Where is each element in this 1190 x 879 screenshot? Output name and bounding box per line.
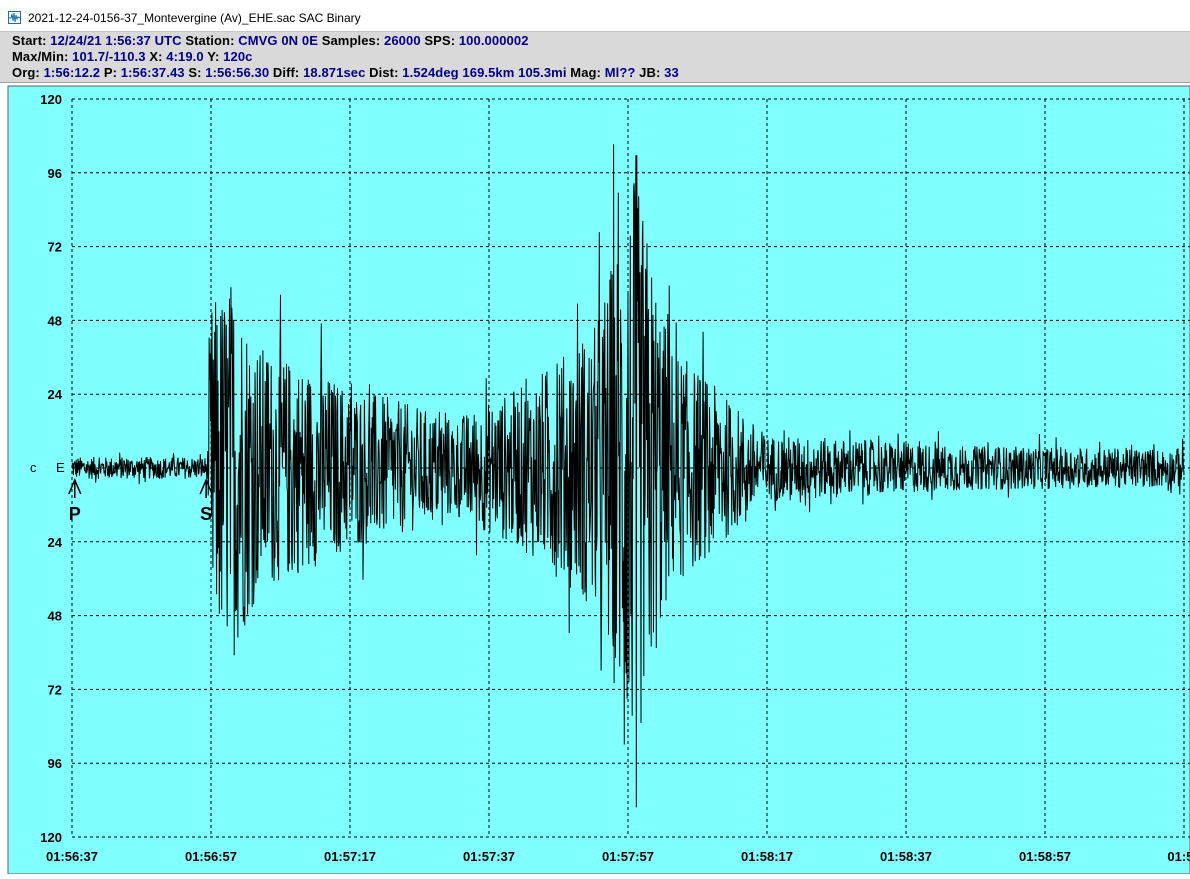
info-value: CMVG 0N 0E [238, 33, 318, 48]
phase-marker-label: P [69, 504, 81, 524]
x-tick-label: 01:58:57 [1019, 849, 1071, 864]
x-tick-label: 01:57:37 [463, 849, 515, 864]
info-label: X: [145, 49, 167, 64]
info-label: P: [100, 65, 121, 80]
y-tick-label: 24 [48, 535, 63, 550]
info-label: Start: [12, 33, 51, 48]
info-label: Y: [203, 49, 224, 64]
info-label: Dist: [365, 65, 403, 80]
y-tick-label: 48 [48, 609, 62, 624]
phase-marker-label: S [200, 504, 212, 524]
info-label: Org: [12, 65, 44, 80]
y-tick-label: 96 [48, 166, 62, 181]
x-tick-label: 01:56:37 [46, 849, 98, 864]
info-label: Samples: [317, 33, 385, 48]
info-line-origin: Org: 1:56:12.2 P: 1:56:37.43 S: 1:56:56.… [12, 65, 679, 80]
info-value: 1:56:56.30 [205, 65, 270, 80]
seismogram-plot[interactable]: 120 96 72 48 24 24 48 72 96 120 01:56:37 01:56:57 0… [0, 84, 1190, 875]
x-tick-label: 01:57:17 [324, 849, 376, 864]
info-value: 1:56:12.2 [43, 65, 101, 80]
info-value: 1:56:37.43 [120, 65, 185, 80]
plot-background [7, 85, 1190, 875]
window-title: 2021-12-24-0156-37_Montevergine (Av)_EHE… [28, 11, 361, 25]
y-tick-label: 48 [48, 313, 62, 328]
info-label: JB: [635, 65, 665, 80]
channel-label: E [56, 460, 65, 475]
info-value: 101.7/-110.3 [72, 49, 146, 64]
y-tick-label: 72 [48, 682, 62, 697]
info-value: 12/24/21 1:56:37 UTC [50, 33, 182, 48]
y-tick-label: 72 [48, 240, 62, 255]
info-label: Diff: [269, 65, 304, 80]
x-tick-label: 01:57:57 [602, 849, 654, 864]
info-value: 4:19.0 [166, 49, 204, 64]
channel-prefix-label: c [30, 460, 37, 475]
info-value: 1.524deg 169.5km 105.3mi [402, 65, 567, 80]
info-panel: Start: 12/24/21 1:56:37 UTC Station: CMV… [0, 32, 1190, 83]
info-label: S: [184, 65, 206, 80]
info-line-start: Start: 12/24/21 1:56:37 UTC Station: CMV… [12, 33, 529, 48]
y-tick-label: 120 [40, 830, 62, 845]
x-tick-label: 01:58:37 [880, 849, 932, 864]
info-label: SPS: [420, 33, 459, 48]
info-value: 26000 [384, 33, 421, 48]
info-label: Station: [181, 33, 239, 48]
info-value: 100.000002 [458, 33, 529, 48]
info-value: Ml?? [604, 65, 636, 80]
y-tick-label: 96 [48, 756, 62, 771]
info-value: 120c [223, 49, 253, 64]
info-label: Mag: [566, 65, 605, 80]
x-tick-label: 01:59 [1167, 849, 1190, 864]
window-titlebar: 2021-12-24-0156-37_Montevergine (Av)_EHE… [0, 0, 1190, 32]
x-axis-labels: 01:56:37 01:56:57 01:57:17 01:57:37 01:57:57… [46, 849, 1190, 864]
info-line-maxmin: Max/Min: 101.7/-110.3 X: 4:19.0 Y: 120c [12, 49, 252, 64]
info-value: 33 [664, 65, 679, 80]
info-label: Max/Min: [12, 49, 73, 64]
x-tick-label: 01:58:17 [741, 849, 793, 864]
x-tick-label: 01:56:57 [185, 849, 237, 864]
y-tick-label: 120 [40, 92, 62, 107]
info-value: 18.871sec [303, 65, 366, 80]
y-tick-label: 24 [48, 387, 63, 402]
seismogram-icon [8, 11, 21, 24]
